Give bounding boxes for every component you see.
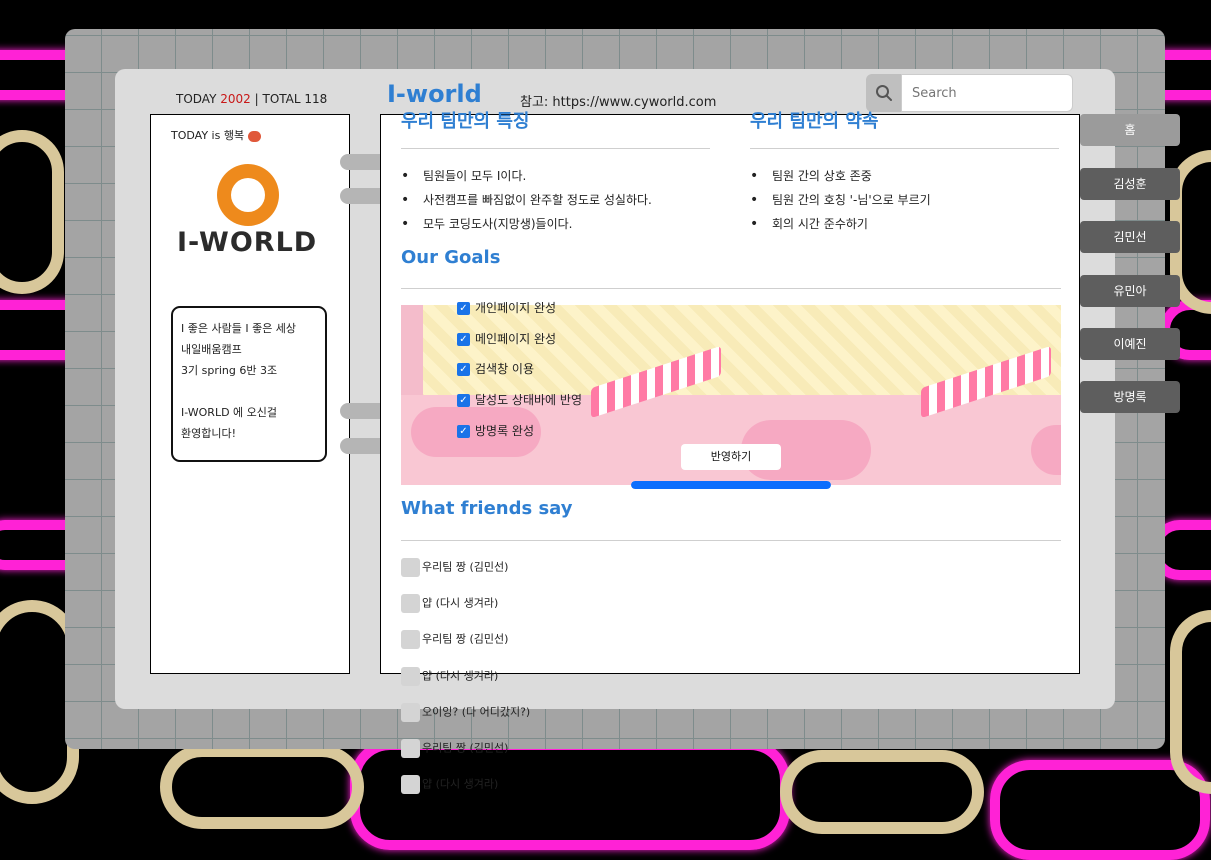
goal-item[interactable]: ✓ 검색창 이용 [457,360,534,377]
goal-item[interactable]: ✓ 개인페이지 완성 [457,299,556,316]
intro-line: 환영합니다! [181,427,237,440]
list-item: 팀원 간의 상호 존중 [750,164,931,188]
list-item: 모두 코딩도사(지망생)들이다. [401,212,652,236]
promise-list: 팀원 간의 상호 존중 팀원 간의 호칭 '-님'으로 부르기 회의 시간 준수… [750,164,931,236]
promise-divider [750,148,1059,149]
goal-item[interactable]: ✓ 방명록 완성 [457,422,534,439]
checkbox-checked-icon[interactable]: ✓ [457,302,470,315]
goal-progress-bar [631,481,831,489]
list-item: 우리팀 짱 (김민선) [401,558,508,578]
logo-face-icon [217,164,279,226]
list-item: 오이잉? (다 어디갔지?) [401,703,530,723]
friends-divider [401,540,1061,541]
visitor-counter: TODAY 2002 | TOTAL 118 [176,92,327,106]
friends-title: What friends say [401,498,573,519]
checkbox-checked-icon[interactable]: ✓ [457,333,470,346]
reference-link: 참고: https://www.cyworld.com [520,95,717,110]
mood-text: TODAY is 행복 [171,129,245,142]
goals-title: Our Goals [401,247,501,268]
list-item: 우리팀 짱 (김민선) [401,739,508,759]
mood-emoji-icon [247,130,261,142]
checkbox-checked-icon[interactable]: ✓ [457,394,470,407]
checkbox-checked-icon[interactable]: ✓ [457,363,470,376]
features-list: 팀원들이 모두 I이다. 사전캠프를 빠짐없이 완주할 정도로 성실하다. 모두… [401,164,652,236]
menu-item-member[interactable]: 이예진 [1080,328,1180,360]
site-title[interactable]: I-world [387,80,482,108]
avatar [401,775,420,794]
counter-separator: | [254,92,259,106]
avatar [401,739,420,758]
search-bar [866,74,1073,112]
avatar [401,594,420,613]
promise-title: 우리 팀만의 약속 [750,111,879,132]
goal-item[interactable]: ✓ 달성도 상태바에 반영 [457,391,582,408]
list-item: 얍 (다시 생겨라) [401,594,498,614]
avatar [401,667,420,686]
list-item: 얍 (다시 생겨라) [401,667,498,687]
menu-item-home[interactable]: 홈 [1080,114,1180,146]
today-count: 2002 [220,92,251,106]
menu-item-member[interactable]: 유민아 [1080,275,1180,307]
menu-item-member[interactable]: 김민선 [1080,221,1180,253]
intro-line: 3기 spring 6반 3조 [181,364,278,377]
list-item: 회의 시간 준수하기 [750,212,931,236]
checkbox-checked-icon[interactable]: ✓ [457,425,470,438]
avatar [401,558,420,577]
goals-divider [401,288,1061,289]
total-label: TOTAL [262,92,301,106]
search-input[interactable] [901,74,1073,112]
features-divider [401,148,710,149]
list-item: 우리팀 짱 (김민선) [401,630,508,650]
intro-box: I 좋은 사람들 I 좋은 세상 내일배움캠프 3기 spring 6반 3조 … [171,306,327,462]
intro-line: 내일배움캠프 [181,343,242,356]
total-count: 118 [304,92,328,106]
profile-panel: TODAY is 행복 I-WORLD I 좋은 사람들 I 좋은 세상 내일배… [150,114,350,674]
goal-item[interactable]: ✓ 메인페이지 완성 [457,330,556,347]
logo-text: I-WORLD [177,227,318,258]
menu-item-guestbook[interactable]: 방명록 [1080,381,1180,413]
intro-line: I 좋은 사람들 I 좋은 세상 [181,322,297,335]
list-item: 팀원들이 모두 I이다. [401,164,652,188]
features-title: 우리 팀만의 특징 [401,111,530,132]
intro-line: I-WORLD 에 오신걸 [181,406,278,419]
today-label: TODAY [176,92,217,106]
list-item: 팀원 간의 호칭 '-님'으로 부르기 [750,188,931,212]
avatar [401,630,420,649]
list-item: 얍 (다시 생겨라) [401,775,498,795]
avatar [401,703,420,722]
progress-fill [631,481,831,489]
menu-item-member[interactable]: 김성훈 [1080,168,1180,200]
intro-line [181,381,317,402]
search-icon [875,85,892,101]
apply-button[interactable]: 반영하기 [681,444,781,470]
mood-status: TODAY is 행복 [171,127,261,143]
list-item: 사전캠프를 빠짐없이 완주할 정도로 성실하다. [401,188,652,212]
